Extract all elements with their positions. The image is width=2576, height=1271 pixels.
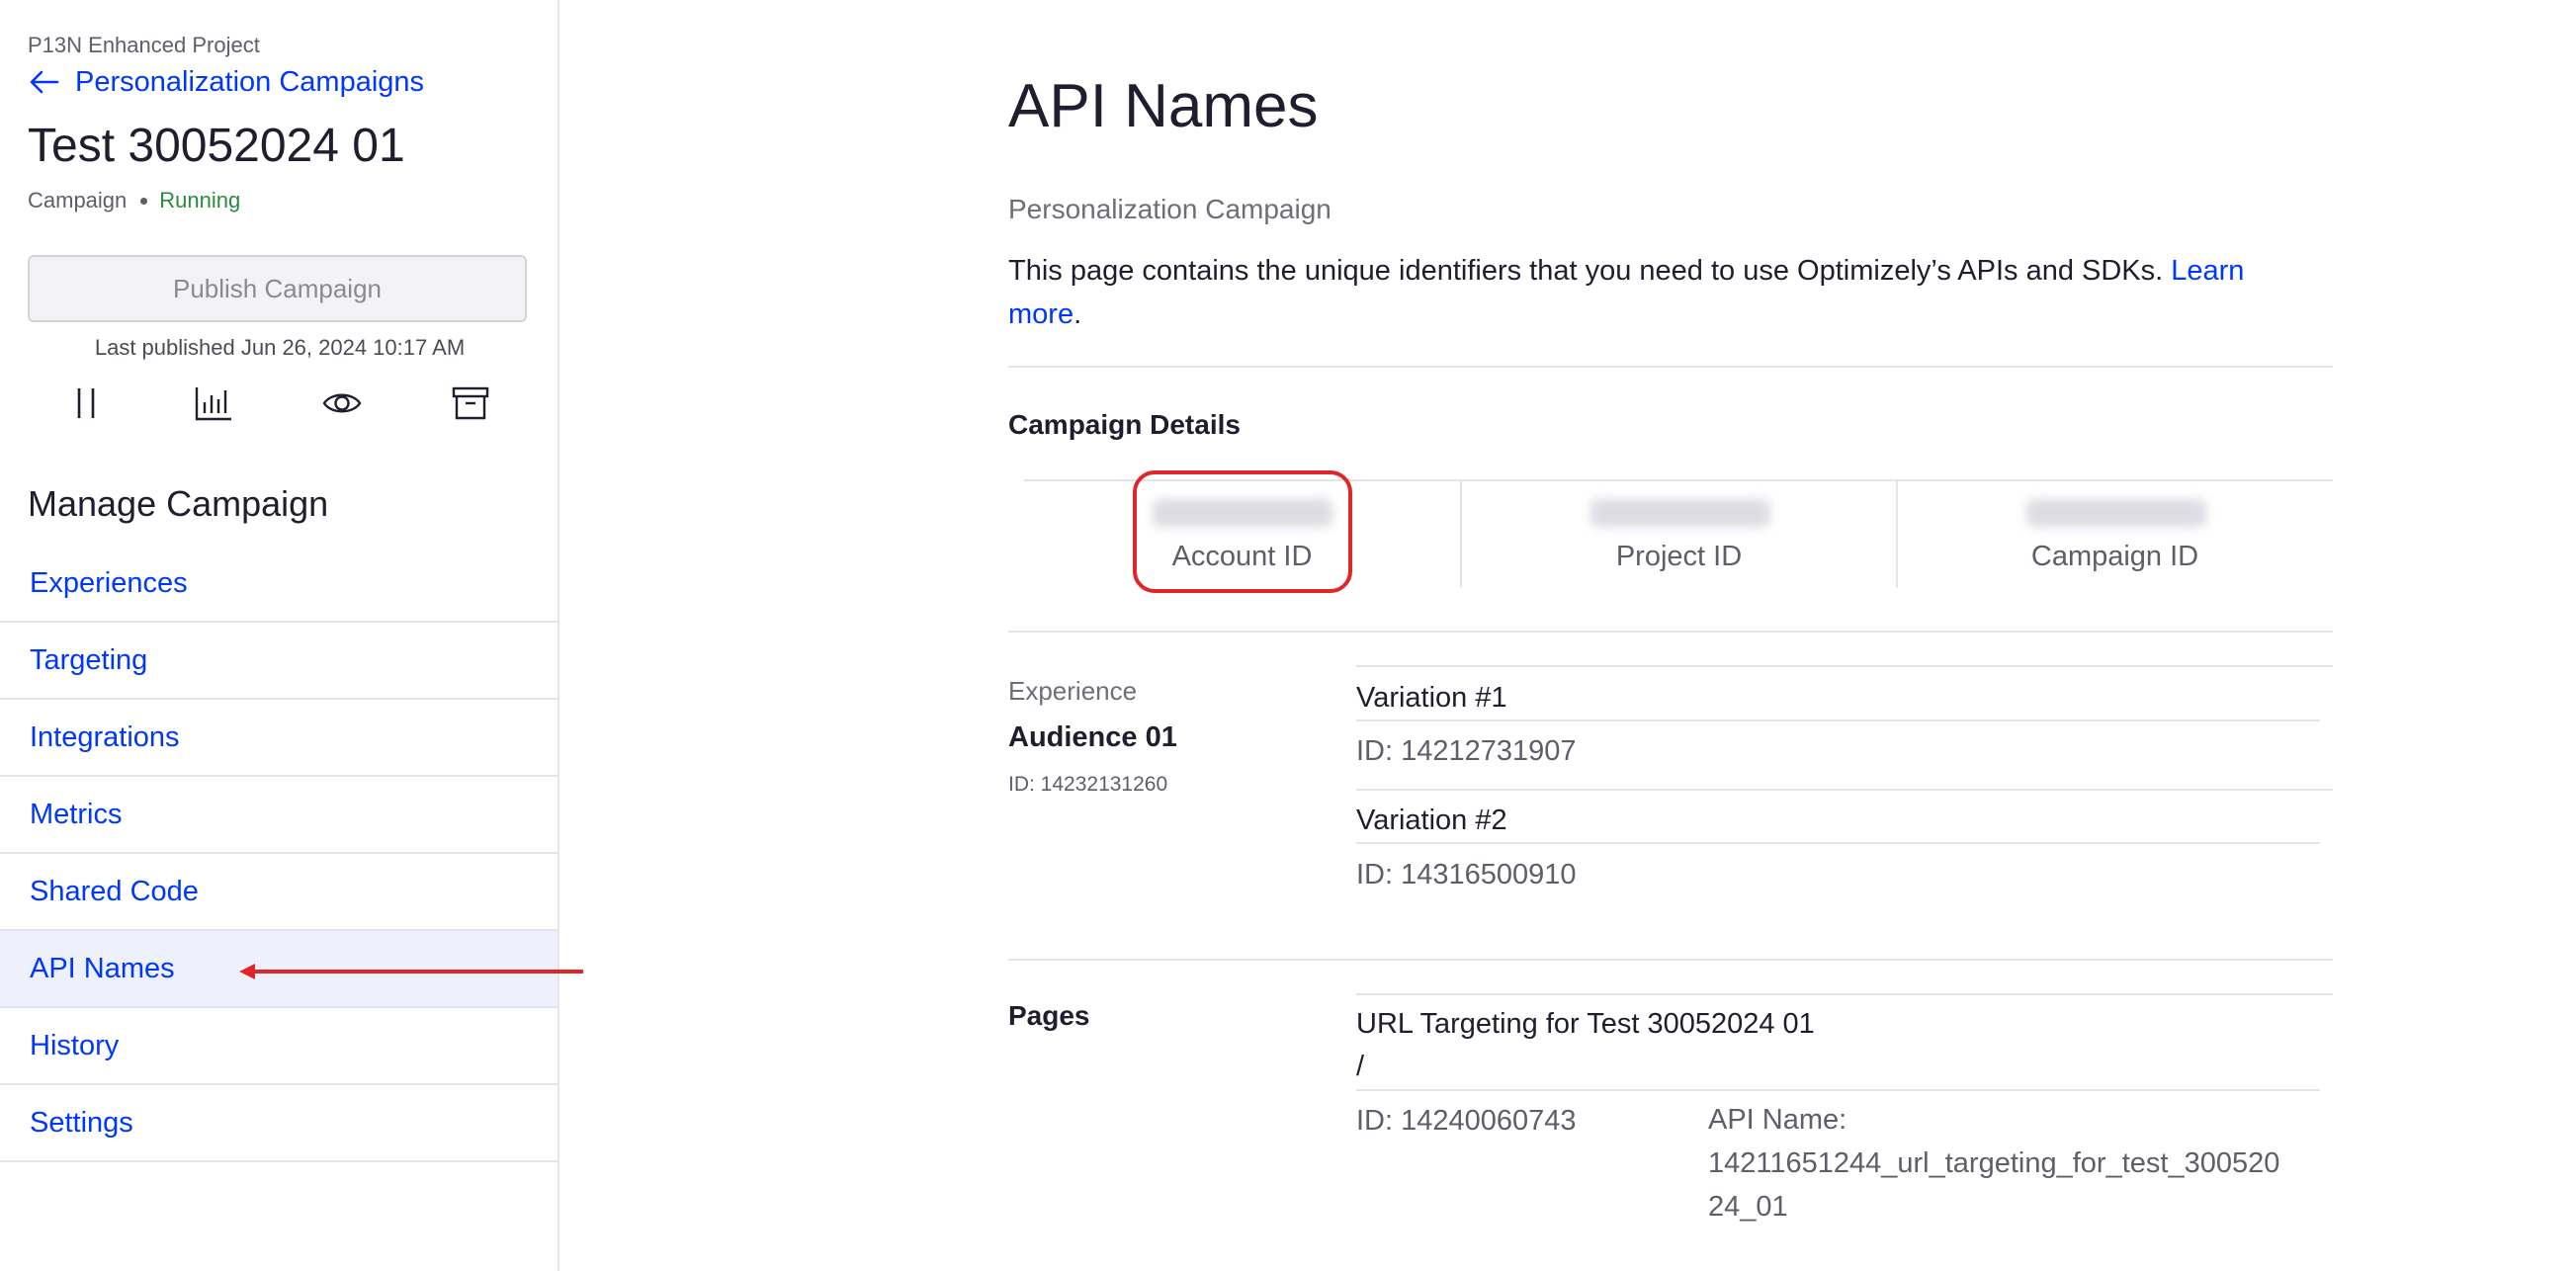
nav-item-history[interactable]: History — [0, 1008, 558, 1085]
page-api-name: 14211651244_url_targeting_for_test_30052… — [1708, 1147, 2280, 1223]
preview-button[interactable] — [320, 383, 364, 423]
experience-label: Experience — [1008, 676, 1138, 706]
page-path: / — [1356, 1051, 1365, 1082]
archive-button[interactable] — [449, 383, 492, 423]
arrow-left-icon — [30, 70, 59, 94]
preview-eye-icon — [322, 393, 362, 413]
page-description: This page contains the unique identifier… — [1008, 255, 2245, 330]
pause-button[interactable] — [64, 383, 108, 423]
campaign-id-value-redacted — [2026, 499, 2206, 527]
campaign-details-heading: Campaign Details — [1008, 409, 1241, 440]
back-link-label: Personalization Campaigns — [75, 65, 425, 98]
page-divider — [1356, 1089, 2320, 1091]
campaign-id-label: Campaign ID — [2030, 541, 2199, 572]
manage-campaign-heading: Manage Campaign — [28, 483, 329, 524]
campaign-meta: Campaign Running — [28, 188, 240, 213]
nav-item-targeting[interactable]: Targeting — [0, 623, 558, 700]
page-name: URL Targeting for Test 30052024 01 — [1356, 1008, 1815, 1040]
nav-item-shared-code[interactable]: Shared Code — [0, 854, 558, 931]
divider — [1008, 959, 2333, 961]
nav-item-experiences[interactable]: Experiences — [0, 546, 558, 623]
page-title: API Names — [1008, 72, 1319, 140]
separator-dot — [140, 197, 148, 205]
nav-item-metrics[interactable]: Metrics — [0, 777, 558, 854]
experience-name: Audience 01 — [1008, 721, 1177, 753]
campaign-id-cell: Campaign ID — [1896, 481, 2332, 588]
page-api-name-label: API Name: — [1708, 1104, 1847, 1136]
experience-id: ID: 14232131260 — [1008, 773, 1168, 796]
publish-campaign-button[interactable]: Publish Campaign — [28, 255, 527, 322]
variation-divider — [1356, 665, 2333, 667]
campaign-type: Campaign — [28, 188, 128, 212]
project-id-label: Project ID — [1615, 541, 1743, 572]
divider — [1008, 631, 2333, 633]
variation-divider — [1356, 842, 2320, 844]
status-badge: Running — [159, 188, 241, 212]
variation-divider — [1356, 720, 2320, 721]
results-button[interactable] — [192, 383, 235, 423]
project-name: P13N Enhanced Project — [28, 33, 260, 57]
pause-icon — [77, 388, 95, 418]
archive-icon — [452, 386, 489, 420]
page-id: ID: 14240060743 — [1356, 1105, 1577, 1137]
annotation-highlight-box — [1133, 470, 1352, 593]
results-chart-icon — [195, 387, 231, 421]
nav-item-integrations[interactable]: Integrations — [0, 700, 558, 777]
campaign-title: Test 30052024 01 — [28, 120, 405, 172]
variation-divider — [1356, 789, 2333, 791]
variation-name: Variation #1 — [1356, 682, 1507, 714]
back-to-campaigns-link[interactable]: Personalization Campaigns — [28, 65, 424, 99]
sidebar: P13N Enhanced Project Personalization Ca… — [0, 0, 559, 1271]
project-id-value-redacted — [1590, 499, 1770, 527]
description-text: This page contains the unique identifier… — [1008, 255, 2164, 287]
variation-id: ID: 14212731907 — [1356, 735, 1577, 767]
page-divider — [1356, 993, 2333, 995]
nav-item-settings[interactable]: Settings — [0, 1085, 558, 1162]
annotation-arrow — [239, 964, 583, 979]
divider — [1008, 366, 2333, 368]
variation-name: Variation #2 — [1356, 805, 1507, 836]
pages-heading: Pages — [1008, 1000, 1090, 1031]
page-subtitle: Personalization Campaign — [1008, 194, 1331, 224]
project-id-cell: Project ID — [1460, 481, 1896, 588]
variation-id: ID: 14316500910 — [1356, 859, 1577, 890]
campaign-actions-toolbar — [0, 383, 559, 423]
last-published-text: Last published Jun 26, 2024 10:17 AM — [94, 335, 466, 360]
campaign-nav: Experiences Targeting Integrations Metri… — [0, 546, 558, 1162]
